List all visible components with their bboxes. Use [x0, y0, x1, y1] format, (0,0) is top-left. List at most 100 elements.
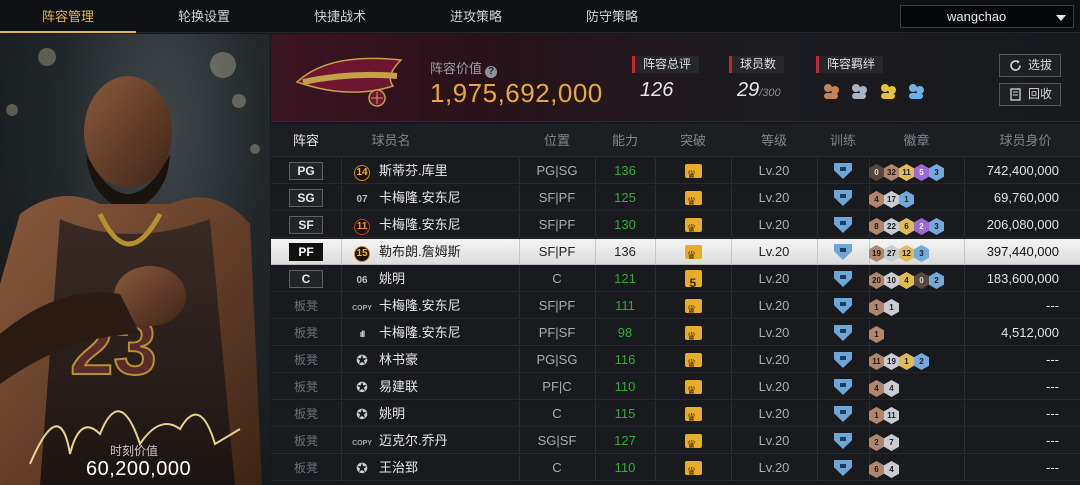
lineup-slot[interactable]: SG: [271, 185, 341, 211]
col-lineup[interactable]: 阵容: [271, 124, 341, 157]
col-training[interactable]: 训练: [817, 124, 869, 157]
badge-hex-icon[interactable]: 3: [929, 218, 944, 235]
col-salary[interactable]: 球员身价: [971, 124, 1080, 157]
bond-icon-silver[interactable]: [849, 81, 869, 101]
crown-icon[interactable]: [684, 189, 702, 215]
badge-hex-icon[interactable]: 32: [884, 164, 899, 181]
col-breakthrough[interactable]: 突破: [655, 124, 731, 157]
table-row[interactable]: 板凳 ✪ 林书豪 PG|SG 116 Lv.20 111912 ---: [271, 347, 1080, 377]
crown-icon[interactable]: [684, 405, 702, 431]
training-shield-icon[interactable]: [834, 460, 852, 476]
lineup-slot[interactable]: 板凳: [271, 293, 341, 319]
tab-rotation-settings[interactable]: 轮换设置: [136, 0, 272, 33]
bond-icon-gold[interactable]: [878, 81, 898, 101]
badge-hex-icon[interactable]: 3: [929, 164, 944, 181]
crown-icon[interactable]: [684, 324, 702, 350]
bond-icon-bronze[interactable]: [821, 81, 841, 101]
user-dropdown[interactable]: wangchao: [900, 5, 1074, 28]
lineup-slot[interactable]: 板凳: [271, 455, 341, 481]
lineup-slot[interactable]: C: [271, 266, 341, 292]
lineup-slot[interactable]: 板凳: [271, 374, 341, 400]
table-row[interactable]: 板凳 ✪ 王治郅 C 110 Lv.20 64 ---: [271, 455, 1080, 485]
badge-hex-icon[interactable]: 4: [869, 191, 884, 208]
lineup-slot[interactable]: PF: [271, 239, 341, 265]
badge-hex-icon[interactable]: 2: [869, 434, 884, 451]
badge-hex-icon[interactable]: 1: [869, 326, 884, 343]
table-row[interactable]: SG 07 卡梅隆.安东尼 SF|PF 125 Lv.20 4171 69,760,000: [271, 185, 1080, 215]
badge-hex-icon[interactable]: 4: [884, 380, 899, 397]
crown-icon[interactable]: [684, 162, 702, 188]
badge-hex-icon[interactable]: 4: [884, 461, 899, 478]
tab-lineup-management[interactable]: 阵容管理: [0, 0, 136, 33]
crown-icon[interactable]: [684, 243, 702, 269]
col-badges[interactable]: 徽章: [869, 124, 964, 157]
badge-hex-icon[interactable]: 1: [899, 353, 914, 370]
badge-hex-icon[interactable]: 3: [914, 245, 929, 262]
col-level[interactable]: 等级: [731, 124, 817, 157]
badge-hex-icon[interactable]: 10: [884, 272, 899, 289]
table-row[interactable]: C 06 姚明 C 121 Lv.20 2010402 183,600,000: [271, 266, 1080, 296]
col-ability[interactable]: 能力: [595, 124, 655, 157]
help-icon[interactable]: ?: [485, 66, 498, 78]
badge-hex-icon[interactable]: 27: [884, 245, 899, 262]
lineup-slot[interactable]: 板凳: [271, 401, 341, 427]
table-row[interactable]: PF 15 勒布朗.詹姆斯 SF|PF 136 Lv.20 1927123 397,440,0…: [271, 239, 1080, 269]
table-row[interactable]: 板凳 ✪ 姚明 C 115 Lv.20 111 ---: [271, 401, 1080, 431]
badge-hex-icon[interactable]: 6: [869, 461, 884, 478]
table-row[interactable]: SF 11 卡梅隆.安东尼 SF|PF 130 Lv.20 822623 206,080,00…: [271, 212, 1080, 242]
crown-icon[interactable]: [684, 378, 702, 404]
badge-hex-icon[interactable]: 7: [884, 434, 899, 451]
table-row[interactable]: 板凳 COPY 迈克尔.乔丹 SG|SF 127 Lv.20 27 ---: [271, 428, 1080, 458]
badge-hex-icon[interactable]: 20: [869, 272, 884, 289]
lineup-slot[interactable]: SF: [271, 212, 341, 238]
crown-icon[interactable]: [684, 270, 702, 296]
badge-hex-icon[interactable]: 19: [869, 245, 884, 262]
badge-hex-icon[interactable]: 17: [884, 191, 899, 208]
lineup-slot[interactable]: PG: [271, 158, 341, 184]
badge-hex-icon[interactable]: 12: [899, 245, 914, 262]
badge-hex-icon[interactable]: 22: [884, 218, 899, 235]
badge-hex-icon[interactable]: 19: [884, 353, 899, 370]
badge-hex-icon[interactable]: 2: [914, 218, 929, 235]
training-shield-icon[interactable]: [834, 244, 852, 260]
training-shield-icon[interactable]: [834, 406, 852, 422]
badge-hex-icon[interactable]: 0: [869, 164, 884, 181]
badge-hex-icon[interactable]: 1: [884, 299, 899, 316]
lineup-slot[interactable]: 板凳: [271, 320, 341, 346]
col-position[interactable]: 位置: [519, 124, 595, 157]
training-shield-icon[interactable]: [834, 217, 852, 233]
badge-hex-icon[interactable]: 11: [899, 164, 914, 181]
badge-hex-icon[interactable]: 5: [914, 164, 929, 181]
crown-icon[interactable]: [684, 459, 702, 485]
badge-hex-icon[interactable]: 0: [914, 272, 929, 289]
training-shield-icon[interactable]: [834, 433, 852, 449]
badge-hex-icon[interactable]: 11: [869, 353, 884, 370]
col-player-name[interactable]: 球员名: [341, 124, 441, 157]
table-row[interactable]: 板凳 COPY 卡梅隆.安东尼 SF|PF 111 Lv.20 11 ---: [271, 293, 1080, 323]
crown-icon[interactable]: [684, 297, 702, 323]
badge-hex-icon[interactable]: 8: [869, 218, 884, 235]
training-shield-icon[interactable]: [834, 163, 852, 179]
badge-hex-icon[interactable]: 2: [914, 353, 929, 370]
table-row[interactable]: 板凳 ✪ 易建联 PF|C 110 Lv.20 44 ---: [271, 374, 1080, 404]
crown-icon[interactable]: [684, 351, 702, 377]
tab-offense-strategy[interactable]: 进攻策略: [408, 0, 544, 33]
select-button[interactable]: 选拔: [999, 54, 1061, 77]
training-shield-icon[interactable]: [834, 325, 852, 341]
training-shield-icon[interactable]: [834, 379, 852, 395]
training-shield-icon[interactable]: [834, 271, 852, 287]
badge-hex-icon[interactable]: 4: [899, 272, 914, 289]
badge-hex-icon[interactable]: 1: [899, 191, 914, 208]
training-shield-icon[interactable]: [834, 298, 852, 314]
badge-hex-icon[interactable]: 1: [869, 407, 884, 424]
tab-defense-strategy[interactable]: 防守策略: [544, 0, 680, 33]
crown-icon[interactable]: [684, 432, 702, 458]
badge-hex-icon[interactable]: 4: [869, 380, 884, 397]
bond-icon-blue[interactable]: [906, 81, 926, 101]
badge-hex-icon[interactable]: 11: [884, 407, 899, 424]
lineup-slot[interactable]: 板凳: [271, 428, 341, 454]
crown-icon[interactable]: [684, 216, 702, 242]
lineup-slot[interactable]: 板凳: [271, 347, 341, 373]
recycle-button[interactable]: 回收: [999, 83, 1061, 106]
tab-quick-tactics[interactable]: 快捷战术: [272, 0, 408, 33]
